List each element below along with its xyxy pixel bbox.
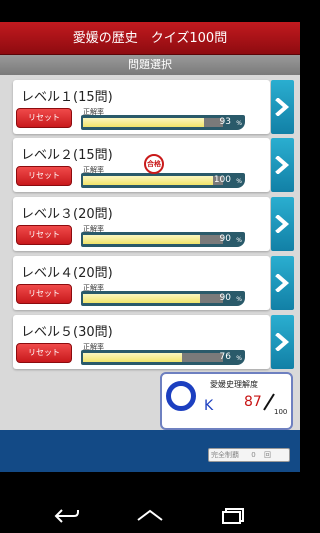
accuracy-unit: % [236, 178, 242, 185]
reset-button[interactable]: リセット [16, 108, 72, 128]
accuracy-bar: 93 % [81, 115, 245, 130]
complete-counter: 完全制覇 0 回 [208, 448, 290, 462]
footer-bar: 完全制覇 0 回 [0, 430, 300, 472]
accuracy-value: 90 [219, 293, 231, 303]
complete-count: 0 [251, 451, 256, 459]
reset-button[interactable]: リセット [16, 343, 72, 363]
chevron-right-icon [275, 156, 290, 174]
accuracy-value: 100 [213, 175, 231, 185]
reset-button[interactable]: リセット [16, 166, 72, 186]
understanding-title: 愛媛史理解度 [210, 380, 258, 389]
level-card-4: レベル４(20問) リセット 正解率 90 % [13, 256, 270, 310]
accuracy-unit: % [236, 355, 242, 362]
understanding-max: 100 [274, 408, 288, 416]
level-card-5: レベル５(30問) リセット 正解率 76 % [13, 315, 270, 369]
accuracy-fill [83, 118, 205, 127]
level-title: レベル１(15問) [21, 90, 113, 105]
chevron-right-icon [275, 215, 290, 233]
app-title: 愛媛の歴史 クイズ100問 [0, 22, 300, 55]
accuracy-track [83, 118, 223, 127]
level-card-1: レベル１(15問) リセット 正解率 93 % [13, 80, 270, 134]
reset-button[interactable]: リセット [16, 225, 72, 245]
system-nav-bar [0, 472, 300, 533]
accuracy-track [83, 294, 223, 303]
accuracy-fill [83, 176, 214, 185]
progress-dots [184, 421, 294, 436]
complete-label: 完全制覇 [211, 451, 239, 459]
reset-button[interactable]: リセット [16, 284, 72, 304]
level-2-open-button[interactable] [271, 138, 294, 192]
complete-unit: 回 [263, 451, 271, 459]
home-icon[interactable] [136, 508, 164, 524]
accuracy-bar: 100 % [81, 173, 245, 188]
accuracy-bar: 90 % [81, 232, 245, 247]
accuracy-value: 90 [219, 234, 231, 244]
accuracy-fill [83, 353, 182, 362]
chevron-right-icon [275, 98, 290, 116]
level-3-open-button[interactable] [271, 197, 294, 251]
back-icon[interactable] [54, 508, 80, 524]
level-4-open-button[interactable] [271, 256, 294, 310]
accuracy-track [83, 235, 223, 244]
accuracy-bar: 76 % [81, 350, 245, 365]
accuracy-value: 76 [219, 352, 231, 362]
accuracy-bar: 90 % [81, 291, 245, 306]
accuracy-fill [83, 294, 201, 303]
chevron-right-icon [275, 333, 290, 351]
accuracy-track [83, 353, 223, 362]
grade-ring-icon [166, 381, 196, 411]
accuracy-unit: % [236, 120, 242, 127]
grade-letter: K [204, 398, 214, 414]
understanding-score: 87 [244, 394, 262, 410]
chevron-right-icon [275, 274, 290, 292]
level-1-open-button[interactable] [271, 80, 294, 134]
accuracy-unit: % [236, 296, 242, 303]
level-title: レベル４(20問) [21, 266, 113, 281]
level-title: レベル３(20問) [21, 207, 113, 222]
level-title: レベル２(15問) [21, 148, 113, 163]
level-list: レベル１(15問) リセット 正解率 93 % レベル２(15問) リセット 正… [0, 75, 300, 436]
recents-icon[interactable] [221, 508, 245, 524]
accuracy-fill [83, 235, 201, 244]
understanding-widget[interactable]: 愛媛史理解度 K 87 100 [160, 372, 294, 436]
accuracy-track [83, 176, 223, 185]
accuracy-value: 93 [219, 117, 231, 127]
level-title: レベル５(30問) [21, 325, 113, 340]
level-5-open-button[interactable] [271, 315, 294, 369]
level-card-2: レベル２(15問) リセット 正解率 100 % 合格 [13, 138, 270, 192]
screen-subtitle: 問題選択 [0, 55, 300, 75]
level-card-3: レベル３(20問) リセット 正解率 90 % [13, 197, 270, 251]
status-bar [0, 0, 300, 22]
passed-stamp: 合格 [144, 154, 164, 174]
accuracy-unit: % [236, 237, 242, 244]
